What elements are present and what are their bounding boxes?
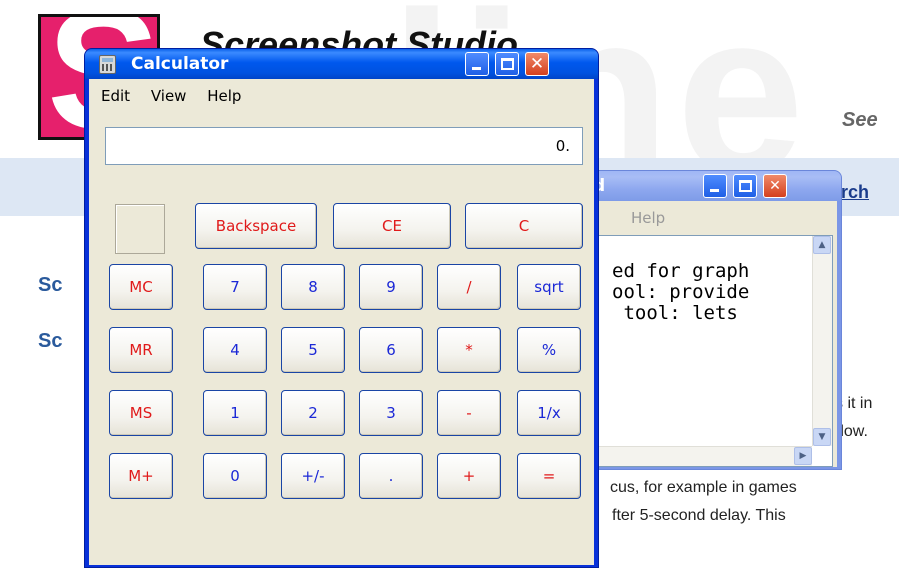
notepad-body: Help ed for graph ool: provide tool: let… xyxy=(585,201,837,467)
maximize-button[interactable] xyxy=(495,52,519,76)
multiply-button[interactable]: * xyxy=(437,327,501,373)
notepad-close-button[interactable]: ✕ xyxy=(763,174,787,198)
calculator-display: 0. xyxy=(105,127,583,165)
ce-button[interactable]: CE xyxy=(333,203,451,249)
reciprocal-button[interactable]: 1/x xyxy=(517,390,581,436)
backspace-button[interactable]: Backspace xyxy=(195,203,317,249)
add-button[interactable]: + xyxy=(437,453,501,499)
digit-6-button[interactable]: 6 xyxy=(359,327,423,373)
menu-help[interactable]: Help xyxy=(207,87,241,105)
memory-store-button[interactable]: MS xyxy=(109,390,173,436)
paragraph-line: cus, for example in games xyxy=(610,479,797,496)
menu-view[interactable]: View xyxy=(151,87,187,105)
notepad-text-line: ool: provide xyxy=(612,281,750,303)
vertical-scrollbar[interactable]: ▲ ▼ xyxy=(812,236,832,446)
scroll-up-button[interactable]: ▲ xyxy=(813,236,831,254)
close-button[interactable]: ✕ xyxy=(525,52,549,76)
horizontal-scrollbar[interactable]: ▶ xyxy=(590,446,812,466)
section-heading: Sc xyxy=(38,330,63,352)
digit-8-button[interactable]: 8 xyxy=(281,264,345,310)
notepad-maximize-button[interactable] xyxy=(733,174,757,198)
calculator-icon xyxy=(99,55,116,74)
memory-indicator xyxy=(115,204,165,254)
section-heading: Sc xyxy=(38,274,63,296)
decimal-point-button[interactable]: . xyxy=(359,453,423,499)
digit-2-button[interactable]: 2 xyxy=(281,390,345,436)
scroll-right-button[interactable]: ▶ xyxy=(794,447,812,465)
paragraph-line: fter 5-second delay. This xyxy=(612,507,786,524)
calculator-titlebar[interactable]: Calculator ✕ xyxy=(85,49,598,79)
sqrt-button[interactable]: sqrt xyxy=(517,264,581,310)
memory-add-button[interactable]: M+ xyxy=(109,453,173,499)
digit-7-button[interactable]: 7 xyxy=(203,264,267,310)
clear-button[interactable]: C xyxy=(465,203,583,249)
calculator-body: Edit View Help 0. Backspace CE C MC 7 8 … xyxy=(89,79,594,565)
digit-0-button[interactable]: 0 xyxy=(203,453,267,499)
equals-button[interactable]: = xyxy=(517,453,581,499)
notepad-titlebar[interactable]: d ✕ xyxy=(581,171,841,201)
digit-9-button[interactable]: 9 xyxy=(359,264,423,310)
notepad-text: ed for graph ool: provide tool: lets xyxy=(612,240,749,324)
notepad-editor[interactable]: ed for graph ool: provide tool: lets ▲ ▼… xyxy=(589,235,833,467)
memory-recall-button[interactable]: MR xyxy=(109,327,173,373)
notepad-window[interactable]: d ✕ Help ed for graph ool: provide tool:… xyxy=(580,170,842,470)
notepad-menu-help[interactable]: Help xyxy=(585,201,837,235)
notepad-text-line: tool: lets xyxy=(612,302,738,324)
digit-1-button[interactable]: 1 xyxy=(203,390,267,436)
notepad-text-line: ed for graph xyxy=(612,260,750,282)
sign-toggle-button[interactable]: +/- xyxy=(281,453,345,499)
divide-button[interactable]: / xyxy=(437,264,501,310)
notepad-minimize-button[interactable] xyxy=(703,174,727,198)
calculator-window[interactable]: Calculator ✕ Edit View Help 0. Backspace… xyxy=(84,48,599,568)
scroll-down-button[interactable]: ▼ xyxy=(813,428,831,446)
subtract-button[interactable]: - xyxy=(437,390,501,436)
memory-clear-button[interactable]: MC xyxy=(109,264,173,310)
percent-button[interactable]: % xyxy=(517,327,581,373)
digit-4-button[interactable]: 4 xyxy=(203,327,267,373)
calculator-title: Calculator xyxy=(131,54,229,74)
digit-5-button[interactable]: 5 xyxy=(281,327,345,373)
menu-edit[interactable]: Edit xyxy=(101,87,130,105)
site-tagline: See xyxy=(842,109,878,131)
digit-3-button[interactable]: 3 xyxy=(359,390,423,436)
menu-bar: Edit View Help xyxy=(89,79,594,113)
minimize-button[interactable] xyxy=(465,52,489,76)
